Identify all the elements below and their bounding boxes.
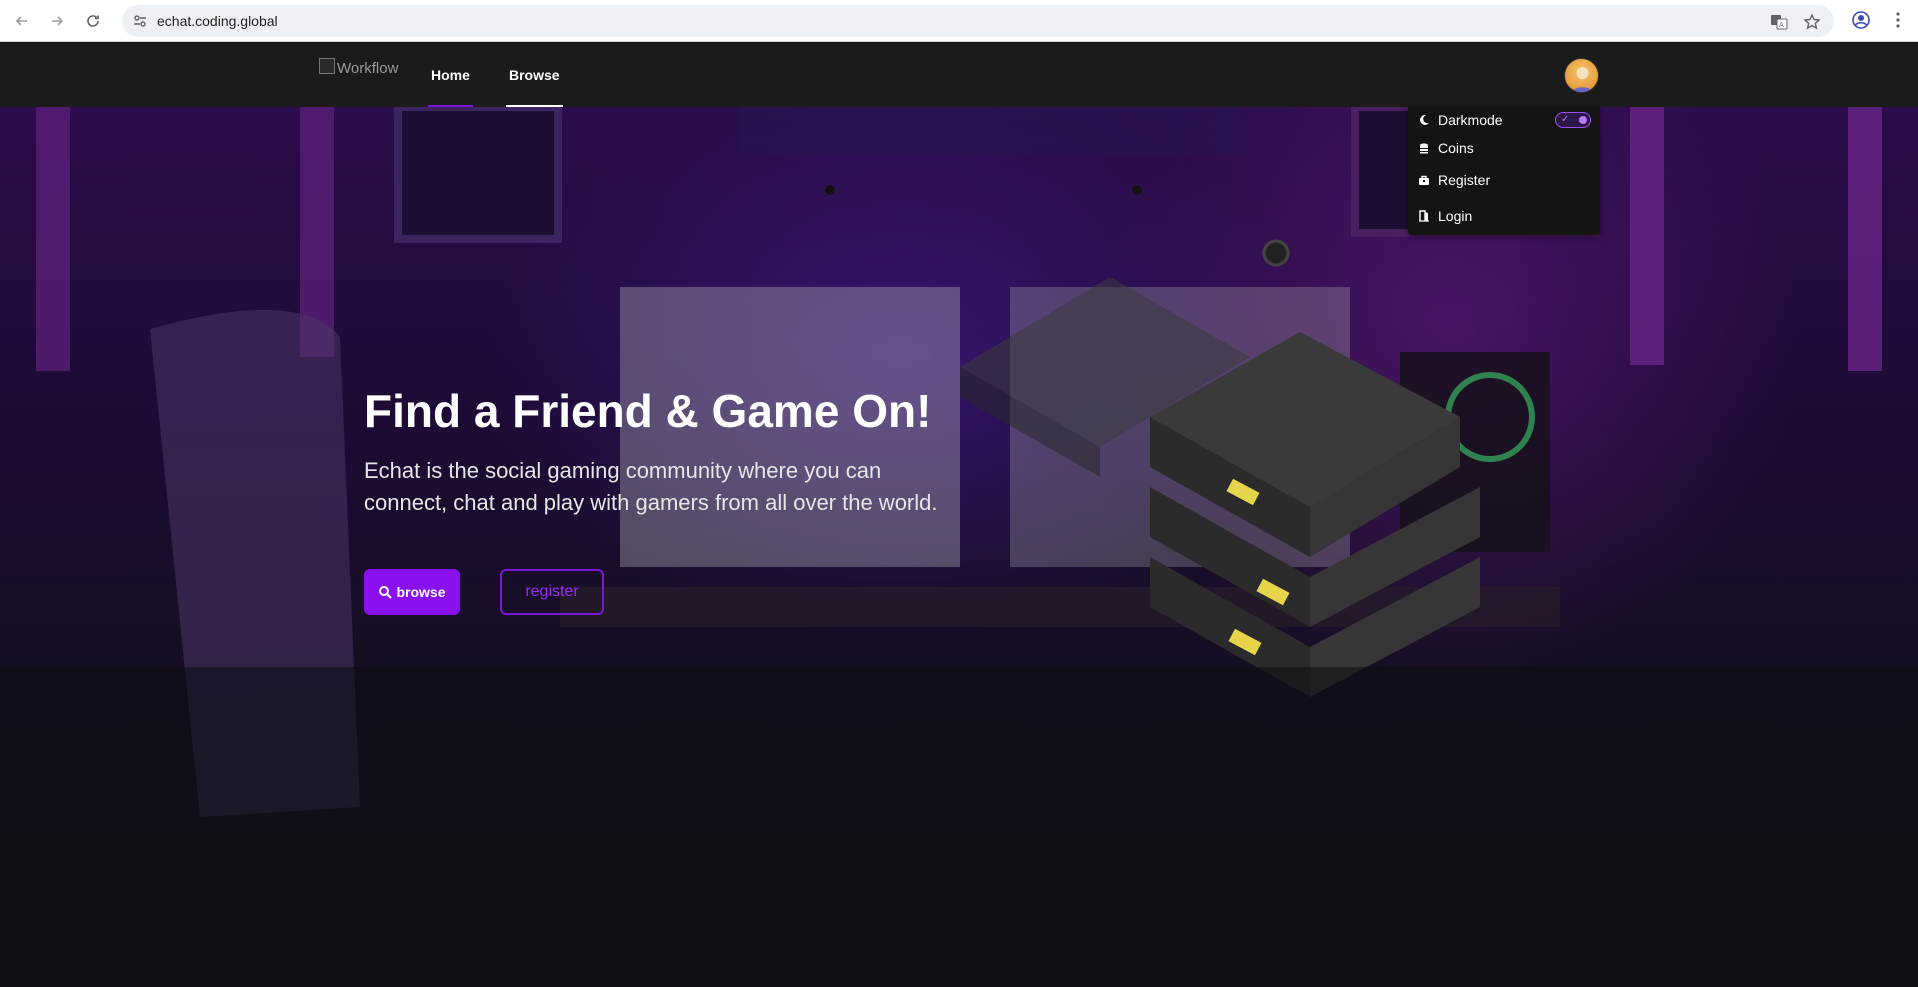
register-button[interactable]: register (500, 569, 604, 615)
login-icon (1419, 210, 1429, 222)
hero-section: Find a Friend & Game On! Echat is the so… (0, 107, 1918, 987)
avatar[interactable] (1564, 58, 1599, 93)
broken-image-icon (319, 58, 335, 74)
toggle-knob (1579, 116, 1587, 124)
nav-home-label: Home (431, 67, 470, 83)
logo-alt-text: Workflow (337, 60, 399, 77)
register-button-label: register (525, 583, 579, 600)
dropdown-item-coins[interactable]: Coins (1418, 140, 1474, 156)
logo[interactable]: Workflow (319, 58, 399, 77)
register-icon (1419, 175, 1429, 185)
moon-icon (1420, 114, 1429, 125)
dropdown-item-login[interactable]: Login (1418, 208, 1472, 224)
darkmode-toggle[interactable]: ✓ (1555, 112, 1591, 128)
menu-dots-icon[interactable] (1888, 10, 1908, 30)
dropdown-item-label: Register (1438, 172, 1491, 188)
bookmark-star-icon[interactable] (1803, 13, 1821, 31)
nav-home[interactable]: Home (428, 43, 473, 107)
nav-browse-label: Browse (509, 67, 560, 83)
profile-icon[interactable] (1851, 10, 1871, 30)
site: Workflow Home Browse Find a Friend & Gam… (0, 43, 1918, 987)
forward-icon[interactable] (45, 9, 69, 33)
avatar-person-icon (1571, 67, 1594, 92)
check-icon: ✓ (1561, 114, 1570, 125)
url-text[interactable]: echat.coding.global (157, 13, 278, 29)
site-settings-icon[interactable] (132, 13, 148, 29)
hero-description: Echat is the social gaming community whe… (364, 458, 938, 515)
browser-toolbar: echat.coding.global A (0, 0, 1918, 42)
browse-button-label: browse (396, 584, 446, 600)
dropdown-item-register[interactable]: Register (1418, 172, 1490, 188)
user-dropdown-menu: Darkmode ✓ Coins Register Login (1408, 107, 1600, 235)
address-bar[interactable]: echat.coding.global A (122, 5, 1834, 37)
back-icon[interactable] (10, 9, 34, 33)
coins-icon (1420, 143, 1428, 154)
svg-text:A: A (1779, 21, 1784, 29)
site-navbar: Workflow Home Browse (0, 43, 1918, 107)
dropdown-item-label: Coins (1438, 140, 1474, 156)
nav-browse[interactable]: Browse (506, 43, 563, 107)
search-icon (379, 586, 393, 599)
dropdown-item-label: Login (1438, 208, 1473, 224)
dropdown-item-darkmode[interactable]: Darkmode (1418, 112, 1503, 128)
hero-title: Find a Friend & Game On! (364, 385, 932, 437)
gaming-room-illustration (0, 107, 1918, 987)
translate-icon[interactable]: A (1770, 13, 1788, 31)
reload-icon[interactable] (81, 9, 105, 33)
browse-button[interactable]: browse (364, 569, 460, 615)
dropdown-item-label: Darkmode (1438, 112, 1503, 128)
